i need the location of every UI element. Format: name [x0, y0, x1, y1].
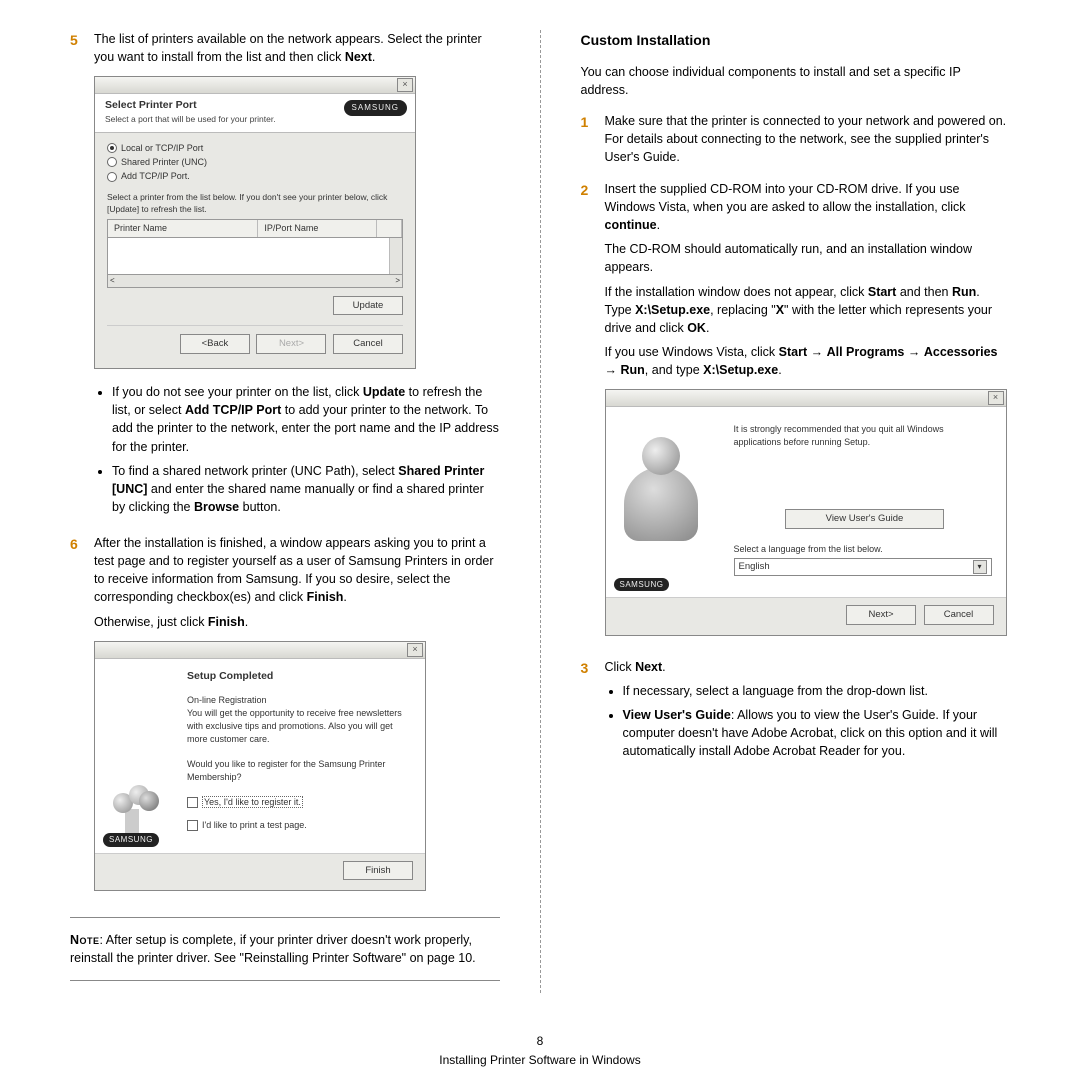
step-5: 5 The list of printers available on the …	[94, 30, 500, 526]
step-6: 6 After the installation is finished, a …	[94, 534, 500, 905]
cancel-button[interactable]: Cancel	[333, 334, 403, 354]
close-icon[interactable]: ×	[988, 391, 1004, 405]
step5-text: The list of printers available on the ne…	[94, 32, 482, 64]
samsung-logo: SAMSUNG	[344, 100, 407, 116]
next-button[interactable]: Next>	[846, 605, 916, 625]
h-scrollbar[interactable]: <>	[107, 275, 403, 288]
cancel-button[interactable]: Cancel	[924, 605, 994, 625]
custom-installation-heading: Custom Installation	[581, 30, 1011, 50]
register-checkbox[interactable]: Yes, I'd like to register it.	[187, 796, 413, 809]
scrollbar[interactable]	[389, 238, 402, 274]
close-icon[interactable]: ×	[397, 78, 413, 92]
setup-completed-dialog: × SAMSUNG Setup Completed On-line Regist…	[94, 641, 426, 892]
select-printer-port-dialog: × Select Printer Port Select a port that…	[94, 76, 416, 369]
language-select[interactable]: English ▾	[734, 558, 992, 576]
note: Note: After setup is complete, if your p…	[70, 931, 500, 967]
radio-shared-unc[interactable]: Shared Printer (UNC)	[107, 156, 403, 169]
radio-local-tcpip[interactable]: Local or TCP/IP Port	[107, 142, 403, 155]
testpage-checkbox[interactable]: I'd like to print a test page.	[187, 819, 413, 832]
finish-button[interactable]: Finish	[343, 861, 413, 881]
printer-list[interactable]	[107, 238, 403, 275]
samsung-logo: SAMSUNG	[103, 833, 159, 847]
next-button[interactable]: Next>	[256, 334, 326, 354]
update-button[interactable]: Update	[333, 296, 403, 316]
view-guide-button[interactable]: View User's Guide	[785, 509, 945, 529]
page-footer: 8 Installing Printer Software in Windows	[70, 1033, 1010, 1070]
step-2r: 2 Insert the supplied CD-ROM into your C…	[605, 180, 1011, 650]
samsung-logo: SAMSUNG	[614, 578, 670, 592]
chevron-down-icon[interactable]: ▾	[973, 560, 987, 574]
installer-welcome-dialog: × SAMSUNG It is strongly recommended tha…	[605, 389, 1007, 636]
radio-add-tcpip[interactable]: Add TCP/IP Port.	[107, 170, 403, 183]
back-button[interactable]: <Back	[180, 334, 250, 354]
close-icon[interactable]: ×	[407, 643, 423, 657]
step-3r: 3 Click Next. If necessary, select a lan…	[605, 658, 1011, 771]
step-1r: 1 Make sure that the printer is connecte…	[605, 112, 1011, 172]
